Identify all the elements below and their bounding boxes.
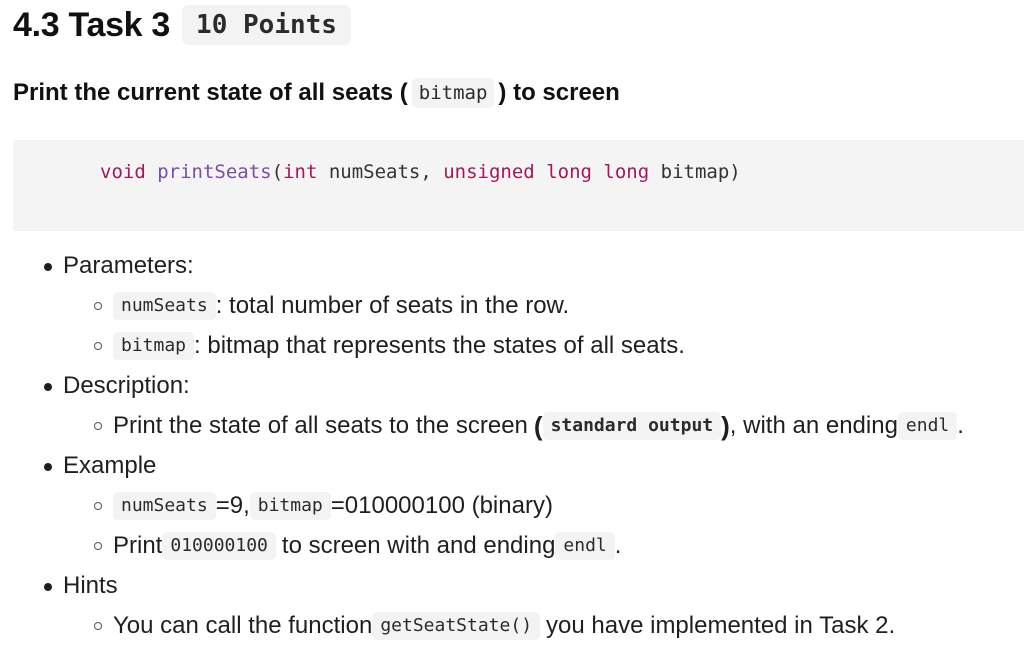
circle-bullet-icon xyxy=(94,622,102,630)
heading-title: 4.3 Task 3 xyxy=(13,5,171,44)
description-code-endl: endl xyxy=(897,412,958,440)
example-code-numseats: numSeats xyxy=(113,492,216,520)
circle-bullet-icon xyxy=(94,422,102,430)
description-code: standard output xyxy=(542,412,722,440)
hint-text-before: You can call the function xyxy=(113,612,373,639)
description-text-after: . xyxy=(957,412,964,439)
example-text: to screen with and ending xyxy=(281,532,556,559)
example-item: numSeats =9, bitmap =010000100 (binary) xyxy=(0,486,1024,526)
hint-code: getSeatState() xyxy=(372,612,541,640)
code-token-keyword: long xyxy=(546,161,592,183)
example-text: =9, xyxy=(215,492,250,519)
disc-bullet-icon xyxy=(44,583,52,591)
points-badge: 10 Points xyxy=(182,5,351,45)
example-code-endl: endl xyxy=(555,532,615,560)
disc-bullet-icon xyxy=(44,383,52,391)
code-line: void printSeats(int numSeats, unsigned l… xyxy=(100,159,741,185)
hint-item: You can call the function getSeatState()… xyxy=(0,606,1024,646)
subheading-text-after: ) to screen xyxy=(498,79,620,106)
example-text: . xyxy=(614,532,622,559)
param-code: bitmap xyxy=(113,332,195,360)
disc-bullet-icon xyxy=(44,463,52,471)
circle-bullet-icon xyxy=(94,342,102,350)
example-code-bitmap: bitmap xyxy=(249,492,331,520)
list-item-example: Example xyxy=(0,446,1024,486)
list-item-hints: Hints xyxy=(0,566,1024,606)
circle-bullet-icon xyxy=(94,302,102,310)
task-subheading: Print the current state of all seats ( b… xyxy=(13,78,620,108)
circle-bullet-icon xyxy=(94,542,102,550)
parameter-item: numSeats : total number of seats in the … xyxy=(0,286,1024,326)
example-text: =010000100 (binary) xyxy=(330,492,553,519)
open-paren: ( xyxy=(533,410,543,441)
example-label: Example xyxy=(63,452,157,479)
example-text: Print xyxy=(113,532,163,559)
list-item-description: Description: xyxy=(0,366,1024,406)
function-signature-code-block: void printSeats(int numSeats, unsigned l… xyxy=(13,140,1024,231)
code-token-plain: numSeats, xyxy=(317,161,444,183)
list-item-parameters: Parameters: xyxy=(0,246,1024,286)
code-token-keyword: long xyxy=(603,161,650,183)
example-item: Print 010000100 to screen with and endin… xyxy=(0,526,1024,566)
hints-label: Hints xyxy=(63,572,118,599)
subheading-code: bitmap xyxy=(411,78,495,108)
param-description: : total number of seats in the row. xyxy=(215,292,570,319)
code-token-plain: ( xyxy=(271,161,284,183)
code-token-keyword: void xyxy=(100,161,146,183)
circle-bullet-icon xyxy=(94,502,102,510)
description-item: Print the state of all seats to the scre… xyxy=(0,406,1024,446)
code-token-keyword: unsigned xyxy=(443,161,535,183)
subheading-text-before: Print the current state of all seats ( xyxy=(13,79,408,106)
description-label: Description: xyxy=(63,372,190,399)
section-heading: 4.3 Task 3 10 Points xyxy=(13,2,351,48)
example-code-output: 010000100 xyxy=(162,532,276,560)
parameter-item: bitmap : bitmap that represents the stat… xyxy=(0,326,1024,366)
disc-bullet-icon xyxy=(44,263,52,271)
close-paren: ) xyxy=(721,410,730,441)
param-description: : bitmap that represents the states of a… xyxy=(194,332,685,359)
details-list: Parameters: numSeats : total number of s… xyxy=(0,246,1024,646)
code-token-plain: bitmap) xyxy=(649,161,741,183)
code-token-function: printSeats xyxy=(157,161,272,183)
param-code: numSeats xyxy=(113,292,216,320)
description-text-before: Print the state of all seats to the scre… xyxy=(113,412,528,439)
description-text-middle: , with an ending xyxy=(729,412,898,439)
parameters-label: Parameters: xyxy=(63,252,194,279)
hint-text-after: you have implemented in Task 2. xyxy=(546,612,896,639)
code-token-keyword: int xyxy=(283,161,318,183)
